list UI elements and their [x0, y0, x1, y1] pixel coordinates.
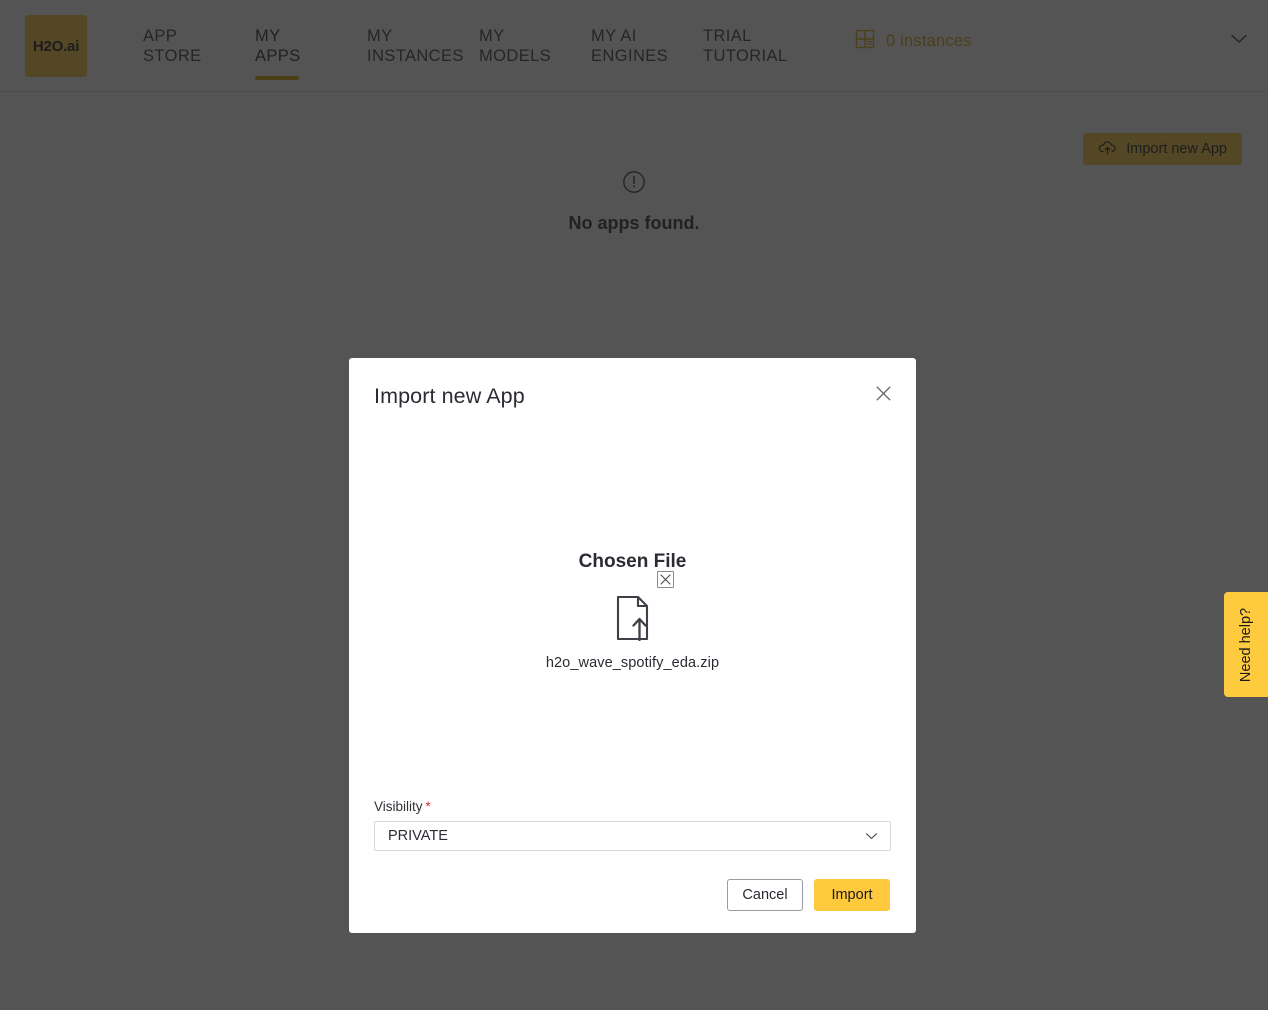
chosen-file-section: Chosen File — [349, 551, 916, 672]
visibility-label: Visibility* — [374, 799, 891, 814]
need-help-tab[interactable]: Need help? — [1224, 592, 1268, 697]
chosen-file-heading: Chosen File — [349, 551, 916, 573]
visibility-select[interactable]: PRIVATE — [374, 821, 891, 851]
chosen-file-item: h2o_wave_spotify_eda.zip — [546, 595, 719, 671]
dialog-body: Chosen File — [349, 409, 916, 933]
dialog-title: Import new App — [374, 384, 892, 409]
file-icon-cell — [605, 595, 661, 646]
import-new-app-dialog: Import new App Chosen File — [349, 358, 916, 933]
visibility-selected-value: PRIVATE — [388, 828, 448, 844]
required-marker: * — [426, 799, 431, 814]
visibility-field-group: Visibility* PRIVATE — [374, 799, 891, 851]
file-upload-icon — [613, 628, 653, 645]
close-icon[interactable] — [870, 380, 896, 406]
chosen-file-name: h2o_wave_spotify_eda.zip — [546, 655, 719, 671]
dialog-header: Import new App — [349, 358, 916, 409]
need-help-label: Need help? — [1238, 607, 1254, 681]
visibility-label-text: Visibility — [374, 799, 423, 814]
import-button[interactable]: Import — [814, 879, 890, 911]
cancel-button[interactable]: Cancel — [727, 879, 803, 911]
remove-x-icon[interactable] — [657, 571, 674, 588]
chevron-down-icon — [864, 829, 879, 844]
dialog-footer: Cancel Import — [727, 879, 890, 911]
